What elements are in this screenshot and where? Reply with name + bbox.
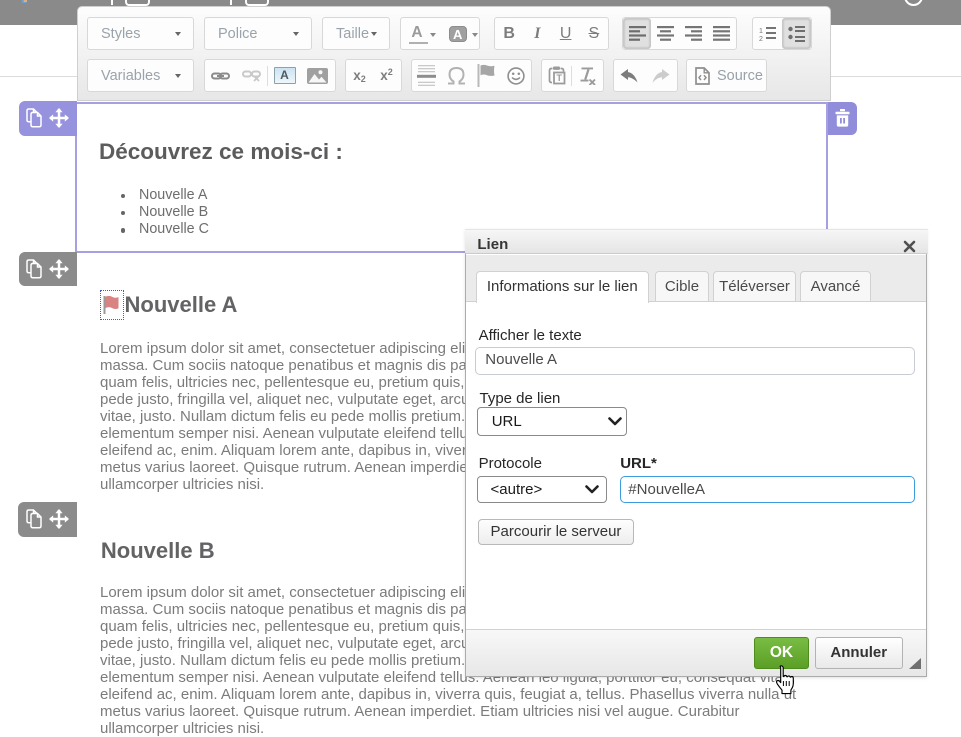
svg-text:2: 2 [759, 36, 763, 42]
svg-text:T: T [556, 73, 562, 83]
svg-text:1: 1 [759, 28, 763, 35]
